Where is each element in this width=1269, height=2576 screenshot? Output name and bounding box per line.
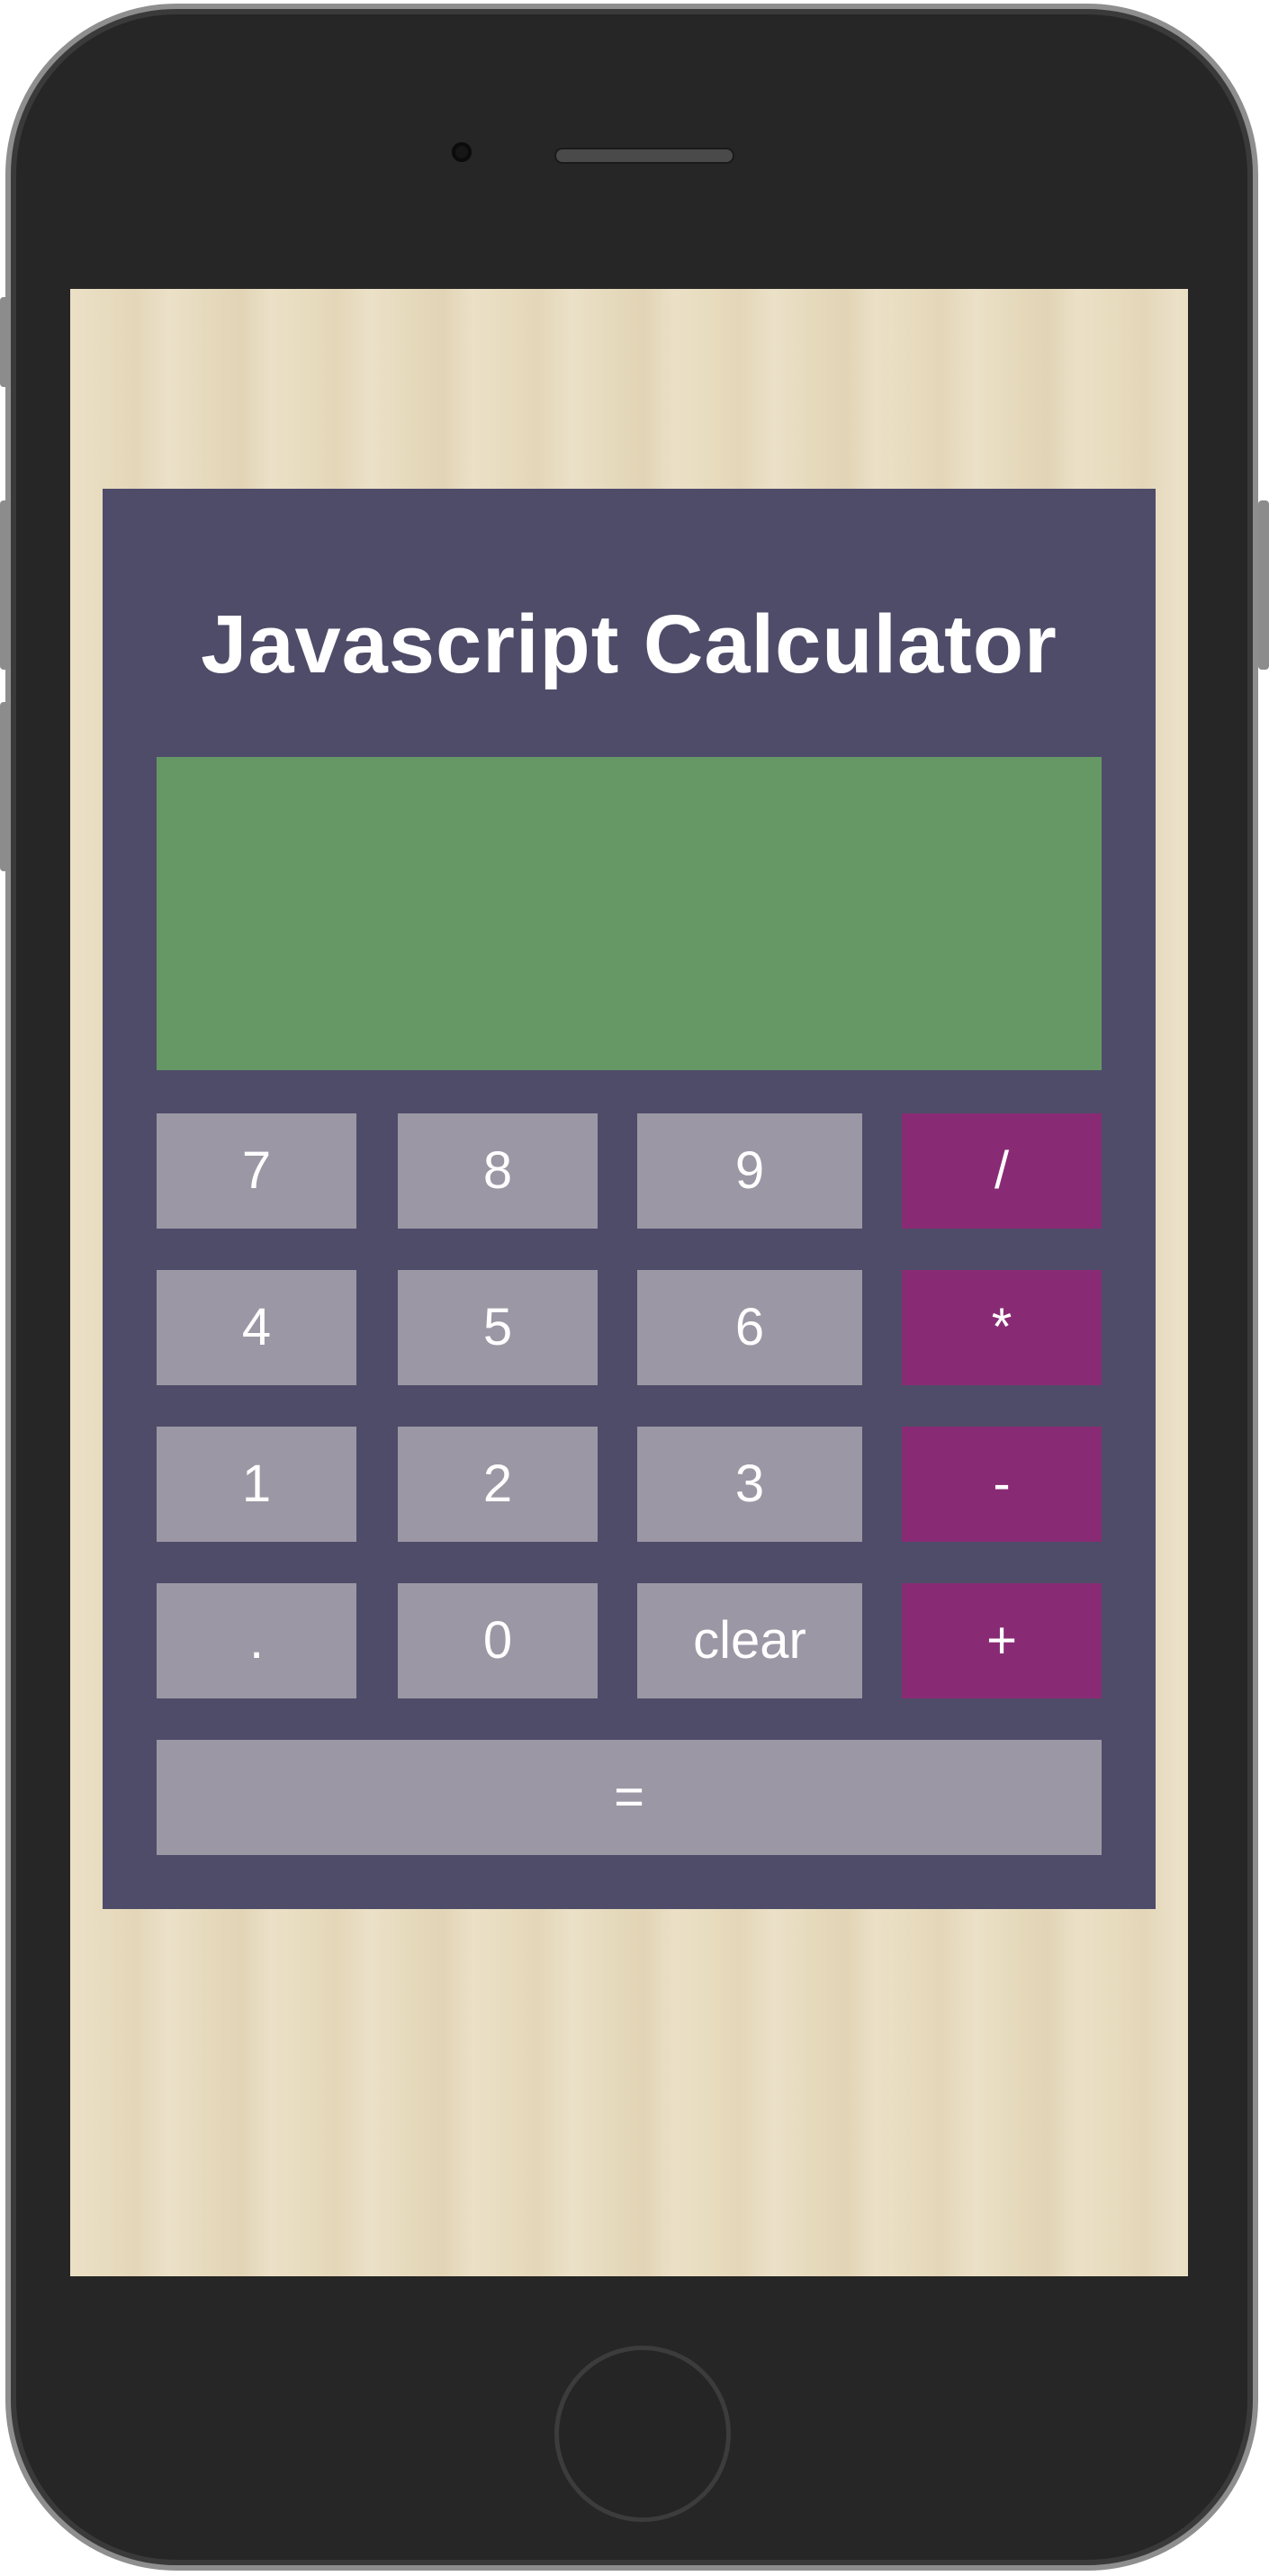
speaker-grille bbox=[554, 148, 734, 164]
key-1[interactable]: 1 bbox=[157, 1427, 356, 1542]
power-button[interactable] bbox=[1258, 500, 1269, 670]
key-subtract[interactable]: - bbox=[902, 1427, 1102, 1542]
key-multiply[interactable]: * bbox=[902, 1270, 1102, 1385]
calculator-title: Javascript Calculator bbox=[201, 599, 1058, 690]
key-4[interactable]: 4 bbox=[157, 1270, 356, 1385]
key-2[interactable]: 2 bbox=[398, 1427, 598, 1542]
key-5[interactable]: 5 bbox=[398, 1270, 598, 1385]
key-equals[interactable]: = bbox=[157, 1740, 1102, 1855]
calculator-display bbox=[157, 757, 1102, 1070]
phone-screen: Javascript Calculator 7 8 9 / 4 5 6 * 1 … bbox=[70, 289, 1188, 2276]
volume-up-button[interactable] bbox=[0, 500, 11, 670]
key-clear[interactable]: clear bbox=[637, 1583, 862, 1698]
key-6[interactable]: 6 bbox=[637, 1270, 862, 1385]
home-button[interactable] bbox=[554, 2346, 731, 2522]
key-3[interactable]: 3 bbox=[637, 1427, 862, 1542]
key-divide[interactable]: / bbox=[902, 1113, 1102, 1229]
calculator-panel: Javascript Calculator 7 8 9 / 4 5 6 * 1 … bbox=[103, 489, 1156, 1909]
key-7[interactable]: 7 bbox=[157, 1113, 356, 1229]
mute-switch[interactable] bbox=[0, 297, 11, 387]
key-0[interactable]: 0 bbox=[398, 1583, 598, 1698]
key-9[interactable]: 9 bbox=[637, 1113, 862, 1229]
key-decimal[interactable]: . bbox=[157, 1583, 356, 1698]
key-add[interactable]: + bbox=[902, 1583, 1102, 1698]
volume-down-button[interactable] bbox=[0, 702, 11, 871]
key-8[interactable]: 8 bbox=[398, 1113, 598, 1229]
camera-icon bbox=[452, 142, 472, 162]
